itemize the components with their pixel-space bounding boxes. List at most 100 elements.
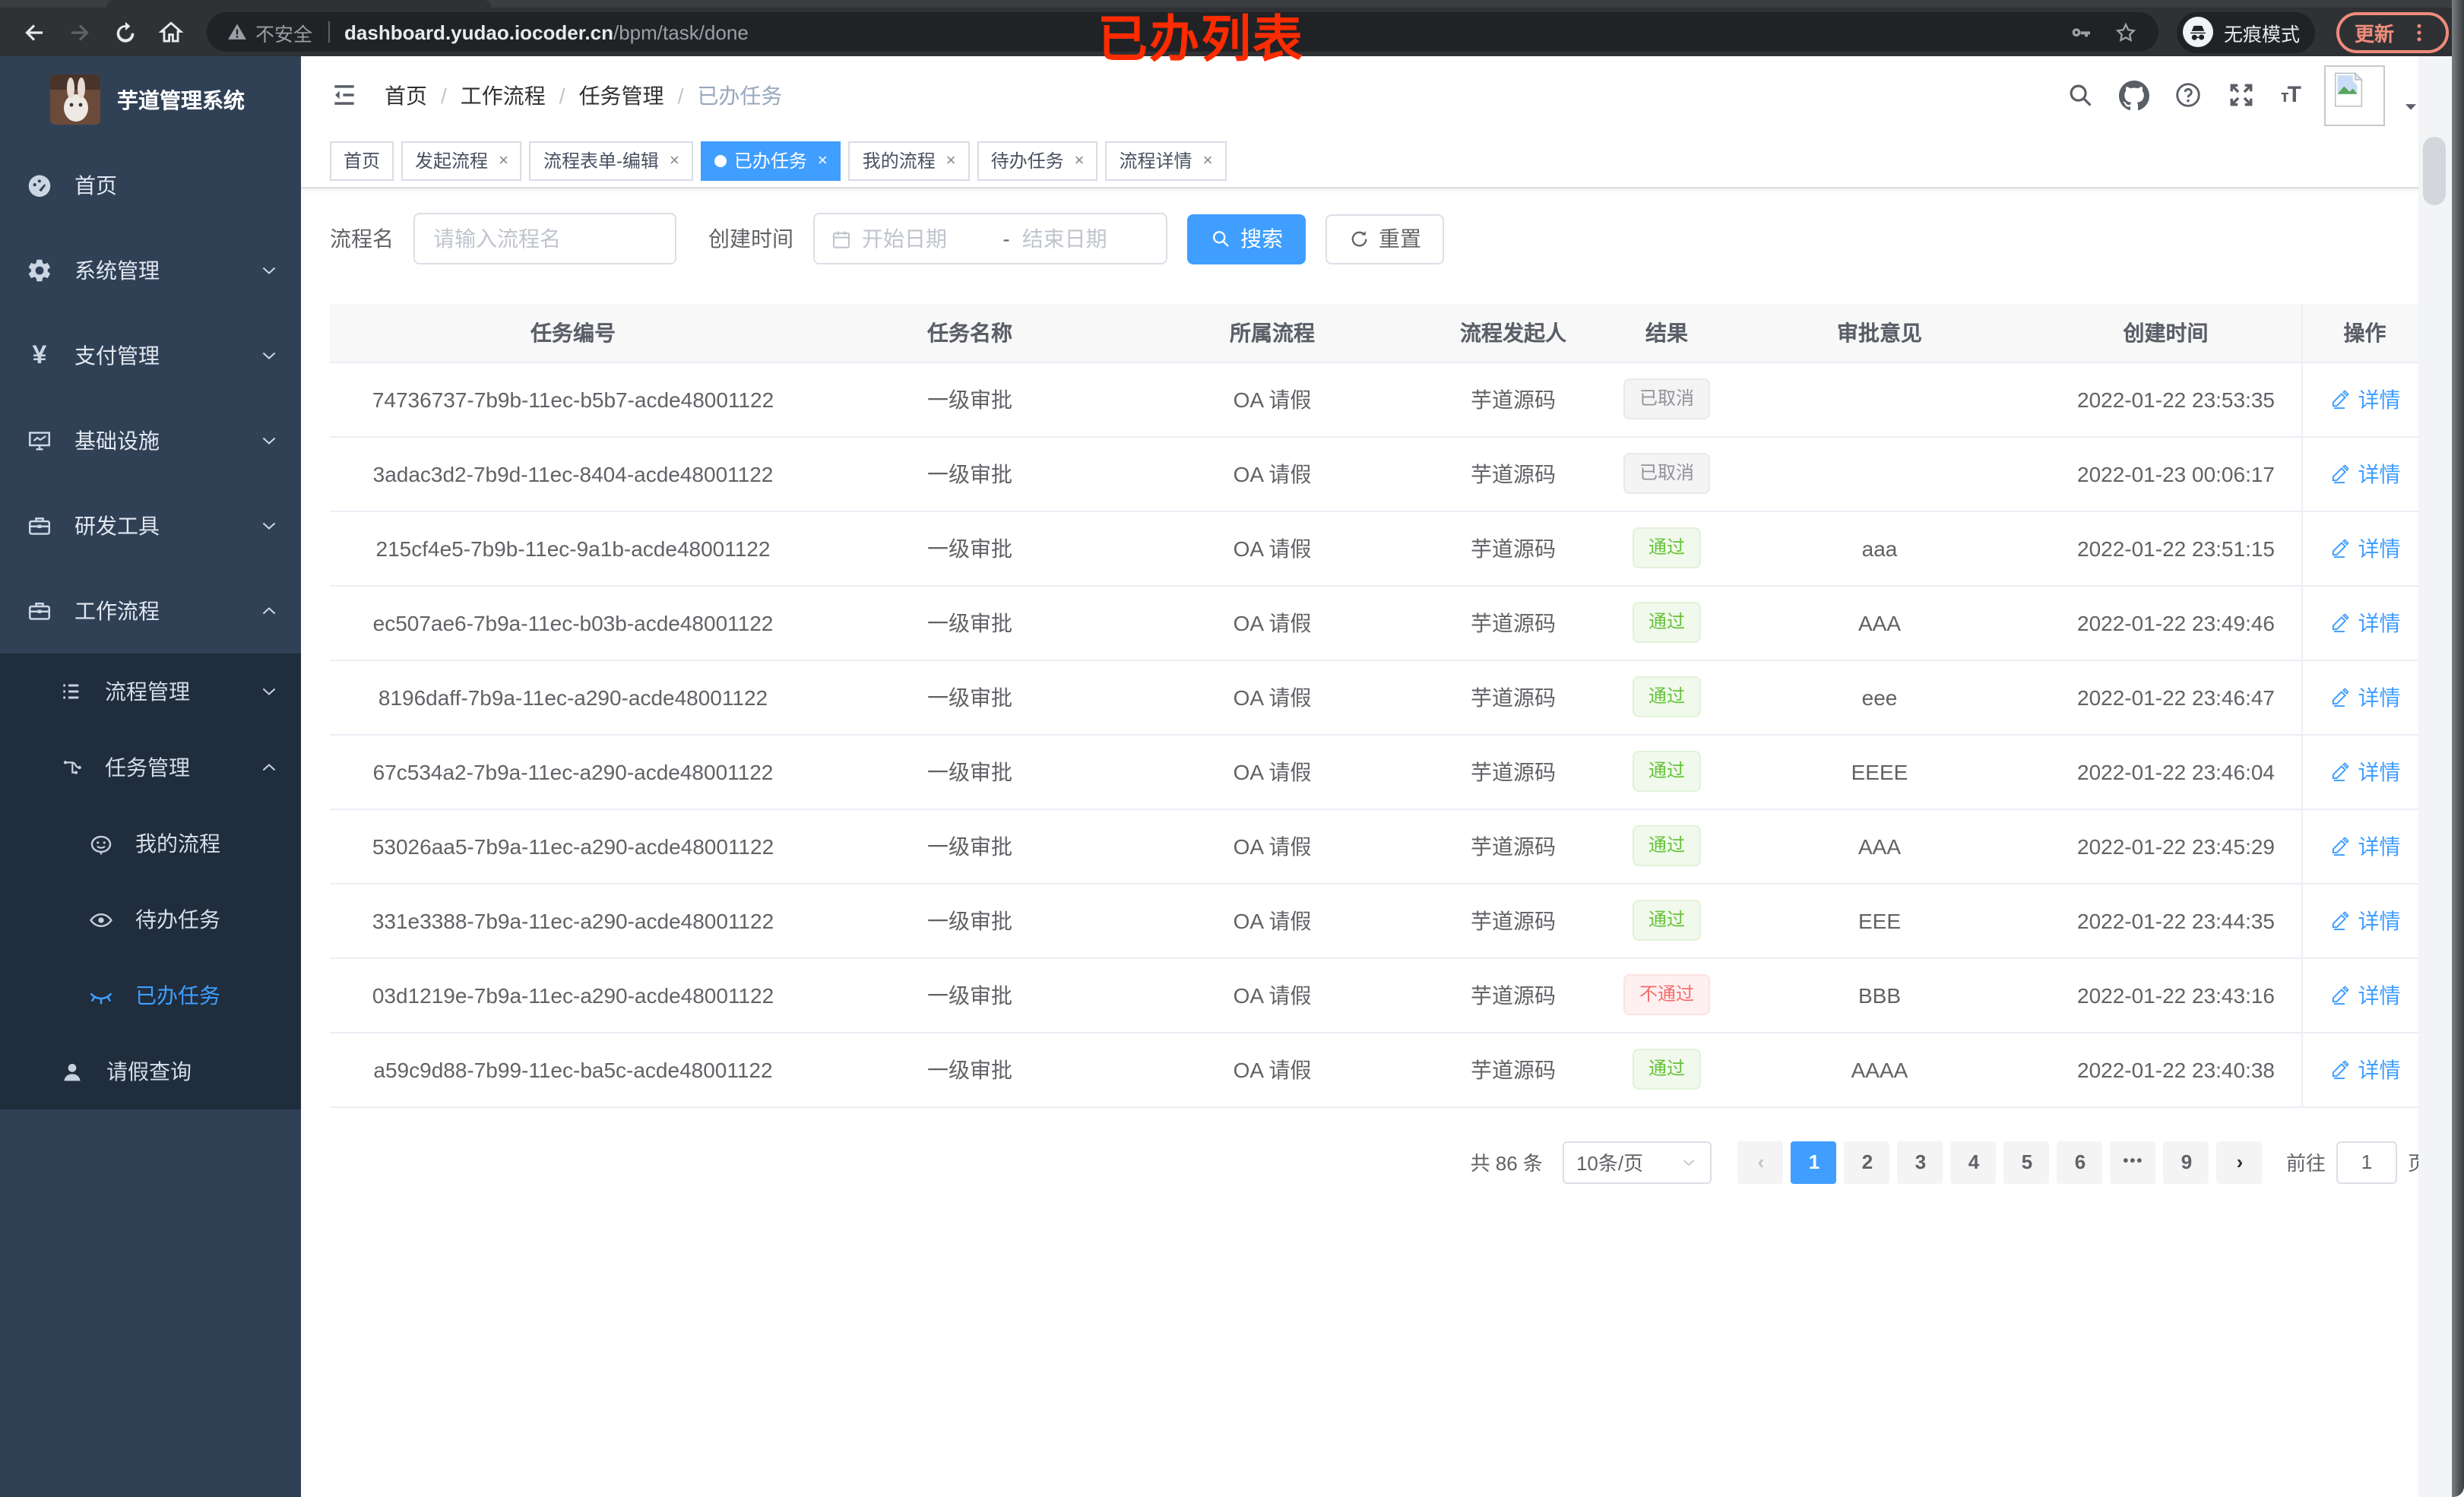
pagination: 共 86 条 10条/页 ‹ 1 2 3 4 5 6 ••• 9 › 前往 页	[330, 1141, 2428, 1183]
goto-label: 前往	[2285, 1152, 2326, 1175]
chevron-down-icon	[258, 345, 280, 366]
breadcrumb-task-mgmt[interactable]: 任务管理	[579, 80, 664, 110]
table-row: 331e3388-7b9a-11ec-a290-acde48001122 一级审批…	[330, 883, 2428, 958]
detail-button[interactable]: 详情	[2329, 905, 2401, 935]
refresh-icon	[1348, 228, 1370, 249]
sidebar-item-home[interactable]: 首页	[0, 143, 301, 228]
sidebar-item-task-mgmt[interactable]: 任务管理	[0, 730, 301, 805]
detail-button[interactable]: 详情	[2329, 384, 2401, 414]
page-button-4[interactable]: 4	[1950, 1141, 1997, 1183]
detail-button[interactable]: 详情	[2329, 831, 2401, 861]
pencil-icon	[2329, 1059, 2351, 1080]
close-icon[interactable]: ×	[818, 151, 828, 169]
create-time-label: 创建时间	[708, 226, 793, 251]
page-ellipsis[interactable]: •••	[2110, 1141, 2156, 1183]
tab-form-edit[interactable]: 流程表单-编辑 ×	[529, 141, 693, 180]
page-url[interactable]: dashboard.yudao.iocoder.cn/bpm/task/done	[344, 21, 749, 43]
prev-page-button[interactable]: ‹	[1737, 1141, 1784, 1183]
reset-button[interactable]: 重置	[1325, 214, 1444, 264]
search-icon[interactable]	[2067, 81, 2095, 109]
page-button-6[interactable]: 6	[2057, 1141, 2103, 1183]
sidebar-item-done-task[interactable]: 已办任务	[0, 957, 301, 1033]
col-task-id: 任务编号	[330, 304, 816, 362]
tab-todo-task[interactable]: 待办任务 ×	[977, 141, 1098, 180]
end-date-placeholder[interactable]: 结束日期	[1022, 223, 1151, 254]
warning-icon	[226, 21, 248, 43]
detail-button[interactable]: 详情	[2329, 533, 2401, 563]
date-range-picker[interactable]: 开始日期 - 结束日期	[813, 213, 1167, 264]
logo-image	[50, 74, 100, 125]
key-icon[interactable]	[2069, 20, 2093, 44]
page-size-select[interactable]: 10条/页	[1562, 1141, 1712, 1183]
sidebar-item-process-mgmt[interactable]: 流程管理	[0, 654, 301, 730]
detail-button[interactable]: 详情	[2329, 682, 2401, 712]
help-icon[interactable]	[2174, 81, 2203, 109]
annotation-title: 已办列表	[1097, 11, 1304, 67]
avatar[interactable]	[2324, 65, 2385, 125]
tab-home[interactable]: 首页	[330, 141, 394, 180]
tab-my-process[interactable]: 我的流程 ×	[848, 141, 970, 180]
process-name-input[interactable]	[413, 213, 676, 264]
fullscreen-icon[interactable]	[2228, 81, 2257, 109]
page-button-3[interactable]: 3	[1897, 1141, 1943, 1183]
tab-done-task[interactable]: 已办任务 ×	[700, 141, 841, 180]
start-date-placeholder[interactable]: 开始日期	[862, 223, 990, 254]
browser-active-tab[interactable]	[106, 0, 491, 8]
detail-button[interactable]: 详情	[2329, 1054, 2401, 1084]
chevron-down-icon	[258, 515, 280, 536]
close-icon[interactable]: ×	[1203, 151, 1213, 169]
omnibox-divider	[328, 21, 330, 43]
briefcase-icon	[26, 597, 53, 625]
page-button-5[interactable]: 5	[2003, 1141, 2050, 1183]
search-button[interactable]: 搜索	[1187, 214, 1306, 264]
sidebar-item-infra[interactable]: 基础设施	[0, 398, 301, 483]
back-icon[interactable]	[15, 14, 52, 50]
bookmark-star-icon[interactable]	[2113, 19, 2139, 45]
sidebar-item-my-process[interactable]: 我的流程	[0, 805, 301, 881]
close-icon[interactable]: ×	[946, 151, 956, 169]
security-status[interactable]: 不安全	[226, 17, 312, 46]
breadcrumb-workflow[interactable]: 工作流程	[461, 80, 546, 110]
browser-menu-icon[interactable]	[2408, 21, 2431, 43]
page-button-1[interactable]: 1	[1791, 1141, 1837, 1183]
next-page-button[interactable]: ›	[2216, 1141, 2263, 1183]
detail-button[interactable]: 详情	[2329, 756, 2401, 786]
close-icon[interactable]: ×	[1075, 151, 1085, 169]
close-icon[interactable]: ×	[499, 151, 508, 169]
app-logo[interactable]: 芋道管理系统	[0, 56, 301, 143]
reload-icon[interactable]	[106, 14, 143, 50]
browser-scrollbar[interactable]	[2452, 0, 2464, 1497]
breadcrumb-home[interactable]: 首页	[385, 80, 427, 110]
detail-button[interactable]: 详情	[2329, 458, 2401, 489]
close-icon[interactable]: ×	[670, 151, 679, 169]
page-scrollbar-thumb[interactable]	[2423, 137, 2446, 205]
page-scrollbar[interactable]	[2418, 56, 2452, 1497]
yen-icon: ¥	[32, 340, 47, 369]
page-button-9[interactable]: 9	[2163, 1141, 2209, 1183]
sidebar-item-leave-query[interactable]: 请假查询	[0, 1033, 301, 1109]
sidebar-item-workflow[interactable]: 工作流程	[0, 568, 301, 654]
status-badge: 通过	[1633, 900, 1700, 941]
page-button-2[interactable]: 2	[1844, 1141, 1890, 1183]
github-icon[interactable]	[2120, 80, 2150, 110]
home-icon[interactable]	[152, 14, 188, 50]
eye-closed-icon	[88, 983, 114, 1008]
font-size-icon[interactable]: тT	[2281, 82, 2301, 108]
browser-update-button[interactable]: 更新	[2336, 11, 2449, 52]
tab-start-process[interactable]: 发起流程 ×	[401, 141, 522, 180]
breadcrumb-current: 已办任务	[697, 83, 783, 107]
sidebar-item-devtools[interactable]: 研发工具	[0, 483, 301, 568]
sidebar-item-payment[interactable]: ¥ 支付管理	[0, 313, 301, 398]
goto-page-input[interactable]	[2336, 1141, 2397, 1183]
pencil-icon	[2329, 537, 2351, 559]
forward-icon[interactable]	[61, 14, 97, 50]
detail-button[interactable]: 详情	[2329, 980, 2401, 1010]
col-process: 所属流程	[1123, 304, 1421, 362]
tab-process-detail[interactable]: 流程详情 ×	[1105, 141, 1227, 180]
sidebar-fold-icon[interactable]	[330, 81, 359, 109]
browser-tab-strip	[0, 0, 2464, 8]
detail-button[interactable]: 详情	[2329, 607, 2401, 638]
table-row: 215cf4e5-7b9b-11ec-9a1b-acde48001122 一级审批…	[330, 511, 2428, 586]
sidebar-item-todo-task[interactable]: 待办任务	[0, 881, 301, 957]
sidebar-item-system[interactable]: 系统管理	[0, 228, 301, 313]
